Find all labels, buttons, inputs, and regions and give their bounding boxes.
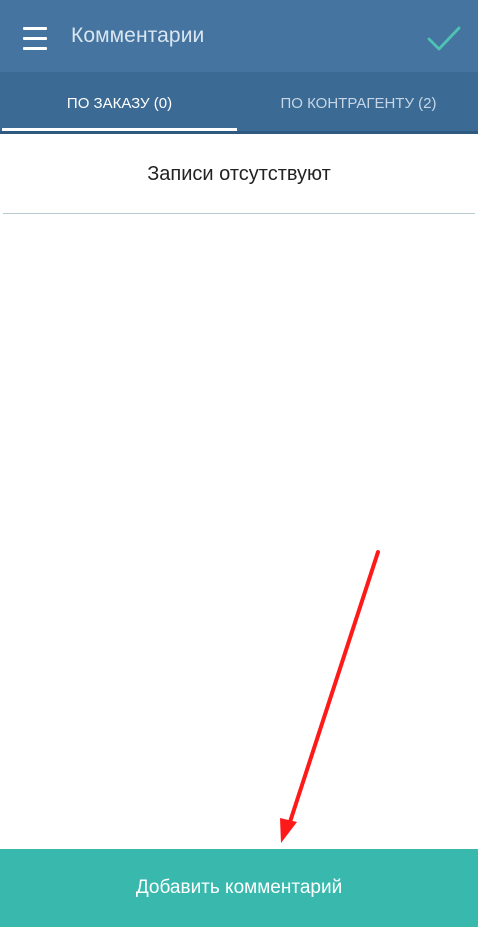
menu-icon[interactable] <box>23 27 47 53</box>
add-comment-button[interactable]: Добавить комментарий <box>0 849 478 927</box>
page-title: Комментарии <box>71 24 205 47</box>
check-icon[interactable] <box>426 24 462 54</box>
tab-bar: ПО ЗАКАЗУ (0) ПО КОНТРАГЕНТУ (2) <box>0 72 478 134</box>
list-divider <box>3 213 475 214</box>
tab-selected-indicator <box>2 128 237 131</box>
empty-state-message: Записи отсутствуют <box>147 162 331 185</box>
tab-by-counterparty[interactable]: ПО КОНТРАГЕНТУ (2) <box>239 72 478 134</box>
tab-by-order[interactable]: ПО ЗАКАЗУ (0) <box>2 72 237 134</box>
app-bar: Комментарии <box>0 0 478 72</box>
